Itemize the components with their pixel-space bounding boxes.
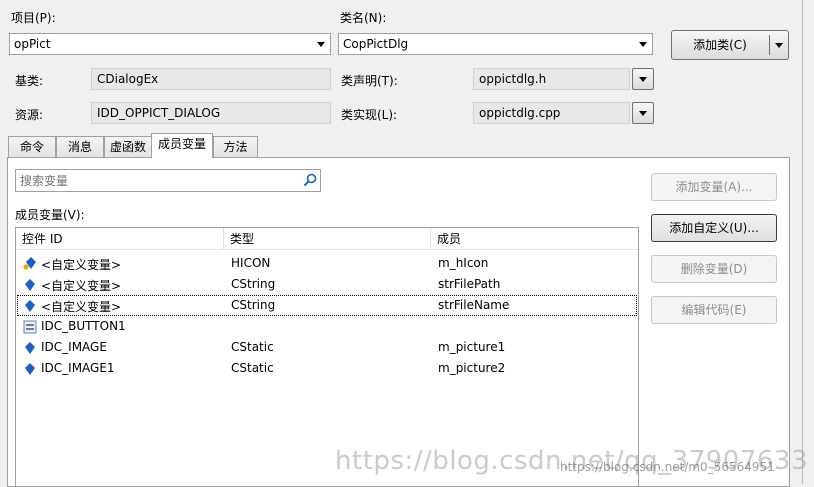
class-decl-value: oppictdlg.h xyxy=(479,72,547,86)
variable-key-icon xyxy=(22,256,38,272)
tab-virtual-functions[interactable]: 虚函数 xyxy=(104,136,152,157)
row-member: m_picture1 xyxy=(438,340,506,354)
members-list-label: 成员变量(V): xyxy=(15,208,85,222)
search-icon[interactable] xyxy=(302,172,318,188)
row-control-id: <自定义变量> xyxy=(41,258,122,272)
column-header-member[interactable]: 成员 xyxy=(431,228,638,250)
window-border xyxy=(802,0,803,484)
classname-label: 类名(N): xyxy=(340,11,387,25)
table-row[interactable]: <自定义变量> CString strFilePath xyxy=(17,274,637,295)
row-control-id: <自定义变量> xyxy=(41,300,122,314)
variable-icon xyxy=(22,298,38,314)
project-combo[interactable]: opPict xyxy=(9,33,331,55)
tab-methods[interactable]: 方法 xyxy=(213,136,258,157)
class-impl-label: 类实现(L): xyxy=(341,108,398,122)
column-header-control-id[interactable]: 控件 ID xyxy=(16,228,224,250)
variable-icon xyxy=(22,340,38,356)
column-header-type[interactable]: 类型 xyxy=(224,228,431,250)
table-row[interactable]: <自定义变量> CString strFileName xyxy=(17,295,637,316)
class-decl-label: 类声明(T): xyxy=(341,74,398,88)
row-type: CString xyxy=(231,298,276,312)
row-member: strFilePath xyxy=(438,277,501,291)
row-member: strFileName xyxy=(438,298,510,312)
search-box xyxy=(15,169,321,192)
classname-combo[interactable]: CopPictDlg xyxy=(338,33,653,55)
table-row[interactable]: IDC_IMAGE1 CStatic m_picture2 xyxy=(17,358,637,379)
class-decl-field: oppictdlg.h xyxy=(473,68,630,90)
table-row[interactable]: <自定义变量> HICON m_hIcon xyxy=(17,253,637,274)
chevron-down-icon xyxy=(312,34,330,54)
row-member: m_hIcon xyxy=(438,256,489,270)
button-control-icon xyxy=(22,319,38,335)
base-class-label: 基类: xyxy=(15,74,44,88)
row-member: m_picture2 xyxy=(438,361,506,375)
table-row[interactable]: IDC_IMAGE CStatic m_picture1 xyxy=(17,337,637,358)
row-type: CStatic xyxy=(231,340,274,354)
class-decl-dropdown-button[interactable] xyxy=(632,68,654,90)
row-type: HICON xyxy=(231,256,271,270)
chevron-down-icon xyxy=(634,34,652,54)
delete-variable-button[interactable]: 删除变量(D) xyxy=(651,255,777,283)
project-label: 项目(P): xyxy=(11,11,56,25)
resource-value: IDD_OPPICT_DIALOG xyxy=(97,106,221,120)
classname-value: CopPictDlg xyxy=(343,37,409,51)
row-control-id: IDC_IMAGE1 xyxy=(41,361,115,375)
row-control-id: <自定义变量> xyxy=(41,279,122,293)
add-class-split-button: 添加类(C) xyxy=(671,30,789,60)
class-impl-dropdown-button[interactable] xyxy=(632,102,654,124)
tab-messages[interactable]: 消息 xyxy=(56,136,104,157)
edit-code-button[interactable]: 编辑代码(E) xyxy=(651,296,777,324)
row-control-id: IDC_BUTTON1 xyxy=(41,319,126,333)
variable-icon xyxy=(22,361,38,377)
add-class-button[interactable]: 添加类(C) xyxy=(672,31,768,59)
table-row[interactable]: IDC_BUTTON1 xyxy=(17,316,637,337)
base-class-field: CDialogEx xyxy=(91,68,331,90)
class-impl-value: oppictdlg.cpp xyxy=(479,106,561,120)
row-type: CStatic xyxy=(231,361,274,375)
tab-commands[interactable]: 命令 xyxy=(8,136,56,157)
tab-member-variables[interactable]: 成员变量 xyxy=(151,133,213,158)
add-variable-button[interactable]: 添加变量(A)... xyxy=(651,173,777,201)
variable-icon xyxy=(22,277,38,293)
resource-label: 资源: xyxy=(15,108,44,122)
add-custom-button[interactable]: 添加自定义(U)... xyxy=(651,214,777,242)
row-control-id: IDC_IMAGE xyxy=(41,340,107,354)
search-input[interactable] xyxy=(18,171,292,190)
project-value: opPict xyxy=(14,37,51,51)
row-type: CString xyxy=(231,277,276,291)
base-class-value: CDialogEx xyxy=(97,72,159,86)
watermark-small-text: https://blog.csdn.net/m0_56564951 xyxy=(560,460,775,474)
add-class-dropdown-button[interactable] xyxy=(770,31,788,59)
resource-field: IDD_OPPICT_DIALOG xyxy=(91,102,331,124)
class-impl-field: oppictdlg.cpp xyxy=(473,102,630,124)
